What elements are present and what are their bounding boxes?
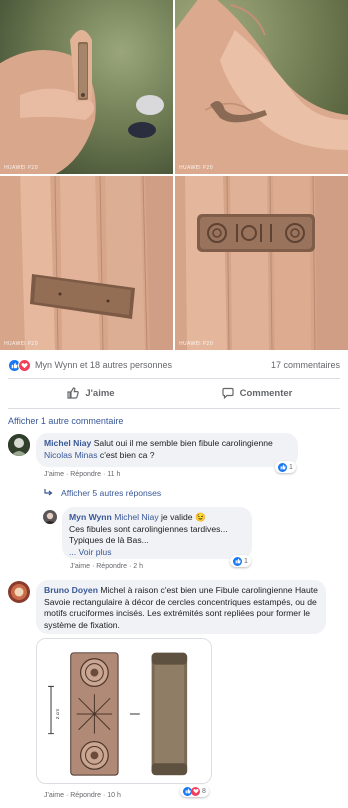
- comment-button[interactable]: Commenter: [174, 381, 340, 405]
- thumbs-up-icon: [67, 387, 80, 399]
- scale-label: 2 cm: [55, 709, 61, 720]
- avatar[interactable]: [43, 510, 57, 524]
- show-more-comments-link[interactable]: Afficher 1 autre commentaire: [8, 416, 123, 426]
- avatar[interactable]: [8, 581, 30, 603]
- comment-meta: J'aime · Répondre · 11 h: [44, 471, 121, 478]
- comment-button-label: Commenter: [239, 387, 293, 399]
- hand-photo-top-left[interactable]: HUAWEI P20: [0, 0, 173, 174]
- show-replies-label: Afficher 5 autres réponses: [61, 488, 162, 498]
- comment-attached-image[interactable]: 2 cm: [36, 638, 212, 784]
- mention-link[interactable]: Michel Niay: [114, 512, 158, 522]
- comment-reaction-badge[interactable]: 8: [180, 785, 209, 797]
- comment-author[interactable]: Michel Niay: [44, 438, 91, 448]
- reaction-count: 8: [202, 787, 206, 795]
- hand-photo-top-right[interactable]: HUAWEI P20: [175, 0, 348, 174]
- divider: [8, 408, 340, 409]
- wink-emoji: 😉: [194, 512, 206, 522]
- like-button-label: J'aime: [85, 387, 115, 399]
- divider: [8, 378, 340, 379]
- reply-reaction-badge[interactable]: 1: [230, 555, 251, 567]
- comment-text: c'est bien ca ?: [99, 449, 155, 460]
- reactions-text[interactable]: Myn Wynn et 18 autres personnes: [35, 360, 271, 370]
- camera-watermark: HUAWEI P20: [4, 341, 39, 347]
- camera-watermark: HUAWEI P20: [179, 341, 214, 347]
- reply-arrow-icon: [44, 489, 53, 496]
- mention-link[interactable]: Nicolas Minas: [44, 450, 98, 460]
- comment-reply-link[interactable]: Répondre: [70, 471, 101, 478]
- reply-like-link[interactable]: J'aime: [70, 563, 90, 570]
- comment-bubble: Bruno Doyen Michel à raison c'est bien u…: [36, 580, 326, 634]
- reaction-icons: [8, 358, 31, 372]
- love-icon: [18, 358, 31, 372]
- reply-timestamp[interactable]: 2 h: [133, 563, 143, 570]
- like-icon: [278, 462, 287, 472]
- comment-timestamp[interactable]: 10 h: [107, 792, 121, 799]
- reply-text: Ces fibules sont carolingiennes tardives…: [69, 523, 228, 534]
- reactions-summary[interactable]: Myn Wynn et 18 autres personnes 17 comme…: [8, 357, 340, 373]
- like-icon: [233, 556, 242, 566]
- comment-like-link[interactable]: J'aime: [44, 471, 64, 478]
- comment-timestamp[interactable]: 11 h: [107, 471, 120, 478]
- comments-count[interactable]: 17 commentaires: [271, 360, 340, 370]
- reaction-count: 1: [244, 557, 248, 565]
- hand-photo-bottom-left[interactable]: HUAWEI P20: [0, 176, 173, 350]
- like-button[interactable]: J'aime: [8, 381, 174, 405]
- comment-like-link[interactable]: J'aime: [44, 792, 64, 799]
- comment-meta: J'aime · Répondre · 10 h: [44, 792, 121, 799]
- hand-photo-bottom-right[interactable]: HUAWEI P20: [175, 176, 348, 350]
- camera-watermark: HUAWEI P20: [4, 165, 39, 171]
- see-more-link[interactable]: ... Voir plus: [69, 547, 112, 557]
- avatar[interactable]: [8, 434, 30, 456]
- comment-icon: [221, 387, 234, 399]
- post-photo-grid: HUAWEI P20 HUAWEI P20 HUAWEI P20 HUAWEI …: [0, 0, 348, 350]
- comment-text: Salut oui il me semble bien fibule carol…: [93, 438, 273, 448]
- comment-bubble: Michel Niay Salut oui il me semble bien …: [36, 433, 298, 467]
- show-replies-link[interactable]: Afficher 5 autres réponses: [44, 488, 161, 498]
- camera-watermark: HUAWEI P20: [179, 165, 214, 171]
- reply-reply-link[interactable]: Répondre: [96, 563, 127, 570]
- comment-reaction-badge[interactable]: 1: [275, 461, 296, 473]
- comment-reply-link[interactable]: Répondre: [70, 792, 101, 799]
- reply-author[interactable]: Myn Wynn: [69, 512, 112, 522]
- reaction-count: 1: [289, 463, 293, 471]
- reply-text: je valide: [161, 512, 193, 522]
- love-icon: [191, 786, 200, 796]
- reply-bubble: Myn Wynn Michel Niay je valide 😉 Ces fib…: [62, 507, 252, 559]
- comment-author[interactable]: Bruno Doyen: [44, 585, 98, 595]
- reply-text: Typiques de là Bas...: [69, 535, 149, 545]
- post-actions: J'aime Commenter: [8, 381, 340, 405]
- reply-meta: J'aime · Répondre · 2 h: [70, 563, 143, 570]
